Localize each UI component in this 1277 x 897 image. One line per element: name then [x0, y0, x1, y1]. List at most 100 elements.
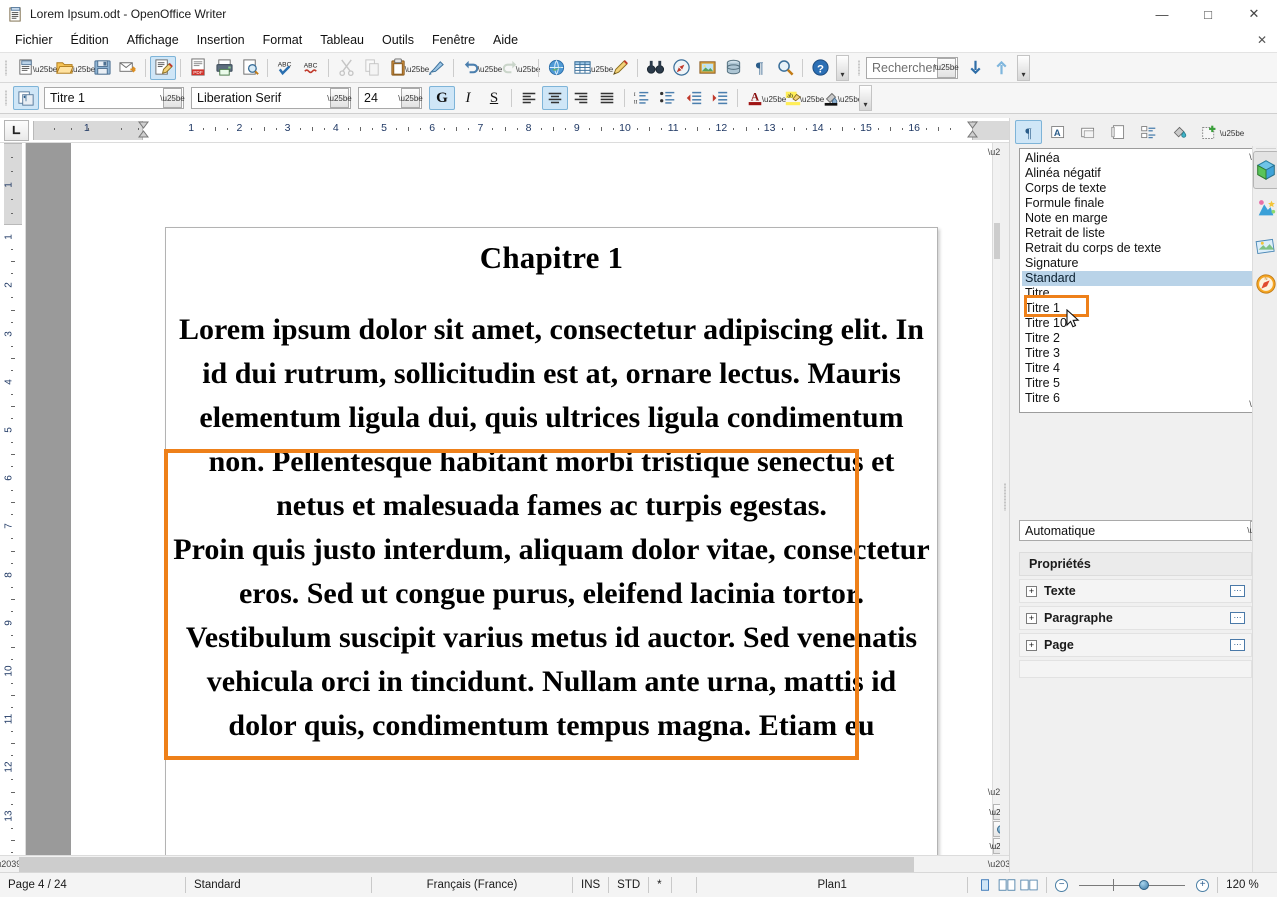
style-list-item[interactable]: Titre 2: [1022, 331, 1254, 346]
open-document-icon[interactable]: [51, 56, 77, 80]
email-document-icon[interactable]: [115, 56, 141, 80]
paragraph-style-icon[interactable]: ¶: [13, 86, 39, 110]
close-document-icon[interactable]: ✕: [1257, 33, 1267, 47]
align-center-icon[interactable]: [542, 86, 568, 110]
style-list-item[interactable]: Formule finale: [1022, 196, 1254, 211]
menu-fichier[interactable]: Fichier: [6, 30, 62, 50]
scroll-right-icon[interactable]: \u203a: [988, 856, 1016, 873]
search-input[interactable]: Rechercher \u25be: [866, 56, 959, 79]
style-list-item[interactable]: Titre 3: [1022, 346, 1254, 361]
style-list-item[interactable]: Titre 6: [1022, 391, 1254, 406]
zoom-slider[interactable]: [1073, 877, 1191, 893]
formatting-toolbar-overflow[interactable]: ▾: [859, 85, 872, 111]
save-icon[interactable]: [89, 56, 115, 80]
hyperlink-icon[interactable]: [543, 56, 569, 80]
style-list-item[interactable]: Titre 10: [1022, 316, 1254, 331]
style-list-item[interactable]: Retrait du corps de texte: [1022, 241, 1254, 256]
page-title[interactable]: Chapitre 1: [166, 240, 937, 276]
more-options-icon[interactable]: ⋯: [1230, 612, 1245, 624]
menu-affichage[interactable]: Affichage: [118, 30, 188, 50]
sidebar-splitter[interactable]: [1000, 143, 1009, 855]
font-name-combo[interactable]: Liberation Serif \u25be: [191, 87, 352, 109]
properties-section-page[interactable]: + Page ⋯: [1019, 633, 1252, 657]
character-styles-tab[interactable]: A: [1045, 120, 1072, 144]
background-color-icon[interactable]: [818, 86, 844, 110]
data-sources-icon[interactable]: [720, 56, 746, 80]
menu-edition[interactable]: Édition: [62, 30, 118, 50]
properties-section-texte[interactable]: + Texte ⋯: [1019, 579, 1252, 603]
gallery-deck-icon[interactable]: [1253, 189, 1277, 227]
paragraph-styles-tab[interactable]: ¶: [1015, 120, 1042, 144]
search-toolbar-grip[interactable]: [855, 57, 863, 79]
multi-page-view-icon[interactable]: [998, 877, 1016, 893]
status-language[interactable]: Français (France): [372, 873, 572, 897]
print-preview-icon[interactable]: [237, 56, 263, 80]
first-line-indent-marker[interactable]: [138, 121, 149, 138]
highlighting-icon[interactable]: ab: [780, 86, 806, 110]
style-list-item[interactable]: Titre: [1022, 286, 1254, 301]
underline-button[interactable]: S: [481, 86, 507, 110]
horizontal-scroll-track[interactable]: [15, 856, 994, 872]
font-size-combo[interactable]: 24 \u25be: [358, 87, 423, 109]
right-indent-marker[interactable]: [967, 121, 979, 138]
print-icon[interactable]: [211, 56, 237, 80]
align-justify-icon[interactable]: [594, 86, 620, 110]
status-page-style[interactable]: Standard: [186, 873, 371, 897]
properties-deck-icon[interactable]: [1253, 151, 1277, 189]
help-icon[interactable]: ?: [807, 56, 833, 80]
redo-icon[interactable]: [496, 56, 522, 80]
gallery-icon[interactable]: [694, 56, 720, 80]
horizontal-scroll-thumb[interactable]: [19, 856, 914, 872]
status-selection-mode[interactable]: STD: [609, 873, 648, 897]
font-name-dropdown-icon[interactable]: \u25be: [327, 88, 352, 108]
align-right-icon[interactable]: [568, 86, 594, 110]
paste-icon[interactable]: [385, 56, 411, 80]
frame-styles-tab[interactable]: [1075, 120, 1102, 144]
paragraph-style-dropdown-icon[interactable]: \u25be: [160, 88, 185, 108]
style-list-item[interactable]: Alinéa négatif: [1022, 166, 1254, 181]
redo-dropdown[interactable]: \u25be: [516, 56, 540, 80]
menu-outils[interactable]: Outils: [373, 30, 423, 50]
expander-icon[interactable]: +: [1026, 585, 1037, 597]
menu-format[interactable]: Format: [254, 30, 312, 50]
font-color-dropdown[interactable]: \u25be: [762, 86, 786, 110]
style-list-item[interactable]: Titre 1: [1022, 301, 1254, 316]
zoom-slider-handle[interactable]: [1139, 880, 1150, 890]
paragraph-next[interactable]: Proin quis justo interdum, aliquam dolor…: [171, 528, 932, 748]
italic-button[interactable]: I: [455, 86, 481, 110]
zoom-in-button[interactable]: +: [1196, 878, 1210, 892]
expander-icon[interactable]: +: [1026, 639, 1037, 651]
new-style-dropdown-icon[interactable]: \u25be: [1220, 120, 1244, 144]
insert-table-icon[interactable]: [569, 56, 595, 80]
single-page-view-icon[interactable]: [976, 877, 994, 893]
fill-format-mode-icon[interactable]: [1166, 120, 1193, 144]
new-document-icon[interactable]: [13, 56, 39, 80]
export-pdf-icon[interactable]: PDF: [185, 56, 211, 80]
tab-stop-left-icon[interactable]: [4, 119, 29, 141]
insert-table-dropdown[interactable]: \u25be: [589, 56, 613, 80]
document-horizontal-scrollbar[interactable]: \u2039 \u203a: [0, 855, 1016, 873]
list-styles-tab[interactable]: [1135, 120, 1162, 144]
paragraph-selected[interactable]: Lorem ipsum dolor sit amet, consectetur …: [171, 308, 932, 528]
style-list-item[interactable]: Signature: [1022, 256, 1254, 271]
navigator-icon[interactable]: [668, 56, 694, 80]
style-list-item[interactable]: Note en marge: [1022, 211, 1254, 226]
search-dropdown-icon[interactable]: \u25be: [934, 57, 959, 78]
search-toolbar-overflow[interactable]: ▾: [1017, 54, 1030, 81]
maximize-button[interactable]: □: [1185, 0, 1231, 28]
bullet-list-icon[interactable]: [655, 86, 681, 110]
menu-insertion[interactable]: Insertion: [188, 30, 254, 50]
find-previous-icon[interactable]: [988, 56, 1014, 80]
numbered-list-icon[interactable]: I II: [629, 86, 655, 110]
align-left-icon[interactable]: [516, 86, 542, 110]
status-insert-mode[interactable]: INS: [573, 873, 608, 897]
new-document-dropdown[interactable]: \u25be: [33, 56, 57, 80]
font-size-dropdown-icon[interactable]: \u25be: [398, 88, 423, 108]
background-color-dropdown[interactable]: \u25be: [838, 86, 862, 110]
open-document-dropdown[interactable]: \u25be: [71, 56, 95, 80]
document-canvas[interactable]: Chapitre 1 Lorem ipsum dolor sit amet, c…: [26, 143, 992, 855]
find-next-icon[interactable]: [962, 56, 988, 80]
show-draw-functions-icon[interactable]: [607, 56, 633, 80]
status-page[interactable]: Page 4 / 24: [0, 873, 185, 897]
more-options-icon[interactable]: ⋯: [1230, 639, 1245, 651]
